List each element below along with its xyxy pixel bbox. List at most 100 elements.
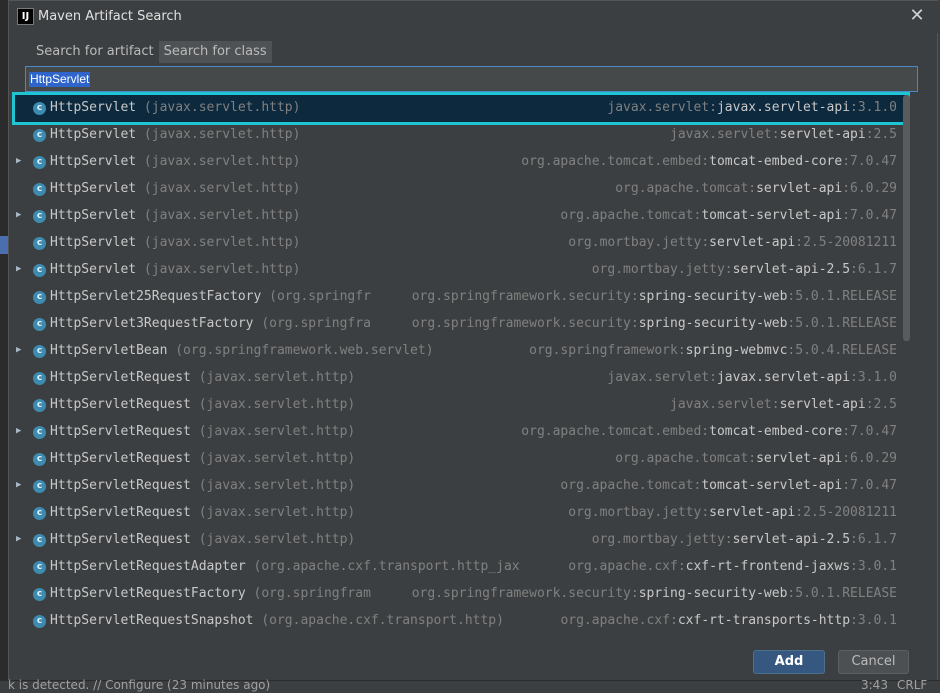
artifact-coordinates: javax.servlet:javax.servlet-api:3.1.0 (607, 370, 897, 385)
result-row[interactable]: c HttpServletRequest (javax.servlet.http)… (12, 500, 909, 527)
close-icon[interactable]: ✕ (907, 6, 927, 26)
group-id: org.mortbay.jetty: (568, 235, 710, 250)
result-row[interactable]: ▶ c HttpServletRequest (javax.servlet.http… (12, 419, 909, 446)
class-info: HttpServletRequestAdapter (org.apache.cx… (50, 559, 520, 574)
artifact-version: :5.0.1.RELEASE (787, 586, 897, 601)
result-row[interactable]: c HttpServlet (javax.servlet.http) javax.s… (12, 95, 909, 122)
class-info: HttpServletBean (org.springframework.web… (50, 343, 520, 358)
artifact-coordinates: javax.servlet:servlet-api:2.5 (670, 127, 897, 142)
class-info: HttpServlet (javax.servlet.http) (50, 262, 520, 277)
class-info: HttpServletRequest (javax.servlet.http) (50, 397, 520, 412)
artifact-id: servlet-api (779, 397, 866, 412)
package-name: (org.apache.cxf.transport.http) (261, 613, 504, 628)
tab-search-for-class[interactable]: Search for class (158, 41, 272, 63)
package-name: (org.springfr (269, 289, 371, 304)
artifact-coordinates: org.apache.cxf:cxf-rt-frontend-jaxws:3.0… (568, 559, 897, 574)
expand-arrow-icon[interactable]: ▶ (16, 426, 21, 436)
gutter-marker (0, 236, 8, 254)
result-row[interactable]: c HttpServlet (javax.servlet.http) org.apa… (12, 176, 909, 203)
expand-arrow-icon[interactable]: ▶ (16, 345, 21, 355)
result-row[interactable]: ▶ c HttpServlet (javax.servlet.http) org.mo… (12, 257, 909, 284)
results-scrollbar[interactable] (903, 95, 910, 341)
artifact-version: :3.1.0 (850, 100, 897, 115)
result-row[interactable]: c HttpServlet (javax.servlet.http) org.mor… (12, 230, 909, 257)
group-id: org.apache.tomcat: (615, 181, 757, 196)
results-list[interactable]: c HttpServlet (javax.servlet.http) javax.s… (12, 95, 909, 635)
artifact-version: :6.0.29 (842, 451, 897, 466)
artifact-coordinates: org.mortbay.jetty:servlet-api:2.5-200812… (568, 235, 897, 250)
title-bar: IJ Maven Artifact Search ✕ (9, 1, 939, 33)
artifact-version: :2.5 (865, 127, 897, 142)
expand-arrow-icon[interactable]: ▶ (16, 534, 21, 544)
result-row[interactable]: c HttpServlet25RequestFactory (org.spring… (12, 284, 909, 311)
class-name: HttpServletRequestAdapter (50, 559, 246, 574)
artifact-version: :3.0.1 (850, 559, 897, 574)
package-name: (javax.servlet.http) (143, 100, 301, 115)
group-id: org.mortbay.jetty: (591, 262, 733, 277)
expand-arrow-icon[interactable]: ▶ (16, 210, 21, 220)
class-name: HttpServlet3RequestFactory (50, 316, 254, 331)
class-icon: c (33, 156, 46, 169)
line-separator-indicator[interactable]: CRLF ÷ (897, 678, 940, 693)
result-row[interactable]: c HttpServlet3RequestFactory (org.springf… (12, 311, 909, 338)
class-name: HttpServletBean (50, 343, 168, 358)
class-name: HttpServlet (50, 235, 137, 250)
result-row[interactable]: c HttpServletRequestSnapshot (org.apache.… (12, 608, 909, 635)
artifact-coordinates: org.apache.tomcat:servlet-api:6.0.29 (615, 451, 897, 466)
class-info: HttpServlet (javax.servlet.http) (50, 181, 520, 196)
expand-arrow-icon[interactable]: ▶ (16, 156, 21, 166)
artifact-id: spring-security-web (638, 316, 788, 331)
group-id: javax.servlet: (670, 127, 780, 142)
artifact-id: servlet-api (709, 505, 796, 520)
artifact-id: servlet-api (756, 181, 843, 196)
result-row[interactable]: c HttpServletRequest (javax.servlet.http)… (12, 446, 909, 473)
expand-arrow-icon[interactable]: ▶ (16, 264, 21, 274)
result-row[interactable]: ▶ c HttpServlet (javax.servlet.http) org.ap… (12, 203, 909, 230)
package-name: (javax.servlet.http) (198, 478, 356, 493)
class-icon: c (33, 399, 46, 412)
expand-arrow-icon[interactable]: ▶ (16, 480, 21, 490)
result-row[interactable]: ▶ c HttpServletBean (org.springframework.w… (12, 338, 909, 365)
artifact-id: tomcat-servlet-api (701, 208, 843, 223)
result-row[interactable]: ▶ c HttpServlet (javax.servlet.http) org.ap… (12, 149, 909, 176)
class-info: HttpServletRequest (javax.servlet.http) (50, 451, 520, 466)
class-info: HttpServlet (javax.servlet.http) (50, 127, 520, 142)
dialog-title: Maven Artifact Search (38, 9, 182, 24)
background-ide-gutter (0, 0, 8, 693)
add-button[interactable]: Add (753, 650, 825, 674)
group-id: org.mortbay.jetty: (591, 532, 733, 547)
tab-search-for-artifact[interactable]: Search for artifact (31, 41, 159, 63)
result-row[interactable]: ▶ c HttpServletRequest (javax.servlet.http… (12, 527, 909, 554)
artifact-version: :2.5-20081211 (795, 235, 897, 250)
result-row[interactable]: ▶ c HttpServletRequest (javax.servlet.http… (12, 473, 909, 500)
package-name: (org.springfram (253, 586, 371, 601)
class-name: HttpServletRequest (50, 397, 191, 412)
class-name: HttpServlet (50, 154, 137, 169)
result-row[interactable]: c HttpServletRequest (javax.servlet.http)… (12, 392, 909, 419)
group-id: org.apache.tomcat: (615, 451, 757, 466)
group-id: org.springframework.security: (411, 586, 639, 601)
group-id: org.apache.tomcat.embed: (521, 154, 710, 169)
result-row[interactable]: c HttpServletRequestAdapter (org.apache.c… (12, 554, 909, 581)
artifact-coordinates: org.apache.tomcat.embed:tomcat-embed-cor… (521, 424, 897, 439)
intellij-app-icon: IJ (17, 8, 34, 25)
class-name: HttpServlet (50, 100, 137, 115)
cancel-button[interactable]: Cancel (838, 650, 909, 674)
artifact-id: spring-webmvc (685, 343, 788, 358)
search-field[interactable]: HttpServlet (25, 66, 918, 92)
artifact-id: servlet-api-2.5 (732, 532, 851, 547)
class-name: HttpServlet (50, 181, 137, 196)
class-icon: c (33, 453, 46, 466)
class-icon: c (33, 129, 46, 142)
result-row[interactable]: c HttpServletRequestFactory (org.springfr… (12, 581, 909, 608)
group-id: org.apache.cxf: (568, 559, 686, 574)
class-icon: c (33, 345, 46, 358)
class-name: HttpServletRequest (50, 370, 191, 385)
search-input[interactable] (26, 67, 917, 91)
result-row[interactable]: c HttpServletRequest (javax.servlet.http)… (12, 365, 909, 392)
package-name: (javax.servlet.http) (198, 397, 356, 412)
class-icon: c (33, 291, 46, 304)
class-icon: c (33, 102, 46, 115)
class-name: HttpServletRequestSnapshot (50, 613, 254, 628)
result-row[interactable]: c HttpServlet (javax.servlet.http) javax.s… (12, 122, 909, 149)
